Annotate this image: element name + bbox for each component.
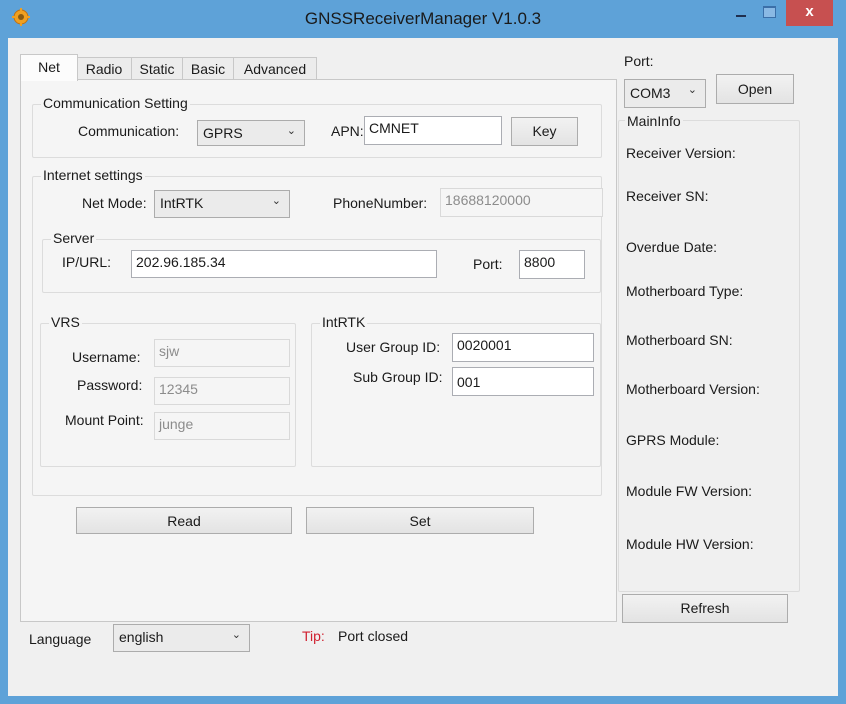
tab-advanced[interactable]: Advanced: [233, 57, 317, 80]
motherboard-sn-label: Motherboard SN:: [626, 332, 733, 348]
overdue-date-label: Overdue Date:: [626, 239, 718, 255]
chevron-down-icon: ⌄: [286, 125, 296, 137]
port-label: Port:: [624, 53, 654, 69]
read-button[interactable]: Read: [76, 507, 292, 534]
refresh-button[interactable]: Refresh: [622, 594, 788, 623]
phone-number-input[interactable]: 18688120000: [440, 188, 603, 217]
client-area: Net Radio Static Basic Advanced Communic…: [8, 38, 838, 696]
password-input[interactable]: 12345: [154, 377, 290, 405]
key-button[interactable]: Key: [511, 117, 578, 146]
chevron-down-icon: ⌄: [271, 195, 281, 207]
server-port-input[interactable]: 8800: [519, 250, 585, 279]
sub-group-id-input[interactable]: 001: [452, 367, 594, 396]
port-value: COM3: [630, 85, 671, 101]
user-group-id-input[interactable]: 0020001: [452, 333, 594, 362]
motherboard-type-label: Motherboard Type:: [626, 283, 744, 299]
tab-static[interactable]: Static: [131, 57, 183, 80]
receiver-version-label: Receiver Version:: [626, 145, 736, 161]
communication-value: GPRS: [203, 125, 243, 141]
net-tab-panel: Communication Setting Communication: GPR…: [20, 79, 617, 622]
server-title: Server: [51, 230, 97, 246]
maximize-button[interactable]: [756, 0, 782, 26]
right-panel: Port: COM3 ⌄ Open MainInfo Receiver Vers…: [618, 38, 838, 638]
gprs-module-label: GPRS Module:: [626, 432, 720, 448]
sub-group-id-label: Sub Group ID:: [353, 369, 443, 385]
ip-url-input[interactable]: 202.96.185.34: [131, 250, 437, 278]
net-mode-value: IntRTK: [160, 195, 204, 211]
app-window: GNSSReceiverManager V1.0.3 x Net Radio S…: [0, 0, 846, 704]
user-group-id-label: User Group ID:: [346, 339, 441, 355]
tab-basic[interactable]: Basic: [182, 57, 234, 80]
apn-input[interactable]: CMNET: [364, 116, 502, 145]
tab-radio[interactable]: Radio: [76, 57, 132, 80]
ip-url-label: IP/URL:: [62, 254, 112, 270]
communication-setting-title: Communication Setting: [41, 95, 190, 111]
username-label: Username:: [72, 349, 141, 365]
tip-label: Tip:: [302, 628, 325, 644]
language-value: english: [119, 629, 164, 645]
close-icon: x: [805, 3, 814, 20]
username-input[interactable]: sjw: [154, 339, 290, 367]
apn-label: APN:: [331, 123, 364, 139]
communication-label: Communication:: [78, 123, 180, 139]
chevron-down-icon: ⌄: [687, 84, 697, 96]
net-mode-label: Net Mode:: [82, 195, 147, 211]
chevron-down-icon: ⌄: [231, 629, 241, 641]
main-info-title: MainInfo: [625, 113, 683, 129]
title-bar[interactable]: GNSSReceiverManager V1.0.3 x: [0, 0, 846, 38]
close-button[interactable]: x: [786, 0, 833, 26]
receiver-sn-label: Receiver SN:: [626, 188, 709, 204]
mount-point-label: Mount Point:: [65, 412, 144, 428]
minimize-button[interactable]: [727, 0, 755, 26]
internet-settings-title: Internet settings: [41, 167, 145, 183]
mount-point-input[interactable]: junge: [154, 412, 290, 440]
language-select[interactable]: english ⌄: [113, 624, 250, 652]
vrs-group: VRS Username: sjw Password: 12345 Mount …: [40, 314, 296, 467]
password-label: Password:: [77, 377, 143, 393]
vrs-title: VRS: [49, 314, 82, 330]
window-title: GNSSReceiverManager V1.0.3: [304, 9, 542, 28]
status-message: Port closed: [338, 628, 409, 644]
main-info-group: MainInfo Receiver Version: Receiver SN: …: [618, 113, 800, 592]
open-port-button[interactable]: Open: [716, 74, 794, 104]
internet-settings-group: Internet settings Net Mode: IntRTK ⌄ Pho…: [32, 167, 603, 496]
communication-setting-group: Communication Setting Communication: GPR…: [32, 95, 602, 158]
language-label: Language: [29, 631, 92, 647]
set-button[interactable]: Set: [306, 507, 534, 534]
server-group: Server IP/URL: 202.96.185.34 Port: 8800: [42, 230, 601, 293]
motherboard-version-label: Motherboard Version:: [626, 381, 760, 397]
intrtk-title: IntRTK: [320, 314, 368, 330]
server-port-label: Port:: [473, 256, 503, 272]
communication-select[interactable]: GPRS ⌄: [197, 120, 305, 146]
phone-number-label: PhoneNumber:: [333, 195, 428, 211]
port-select[interactable]: COM3 ⌄: [624, 79, 706, 108]
module-fw-version-label: Module FW Version:: [626, 483, 753, 499]
tab-net[interactable]: Net: [20, 54, 78, 81]
module-hw-version-label: Module HW Version:: [626, 536, 754, 552]
intrtk-group: IntRTK User Group ID: 0020001 Sub Group …: [311, 314, 601, 467]
net-mode-select[interactable]: IntRTK ⌄: [154, 190, 290, 218]
